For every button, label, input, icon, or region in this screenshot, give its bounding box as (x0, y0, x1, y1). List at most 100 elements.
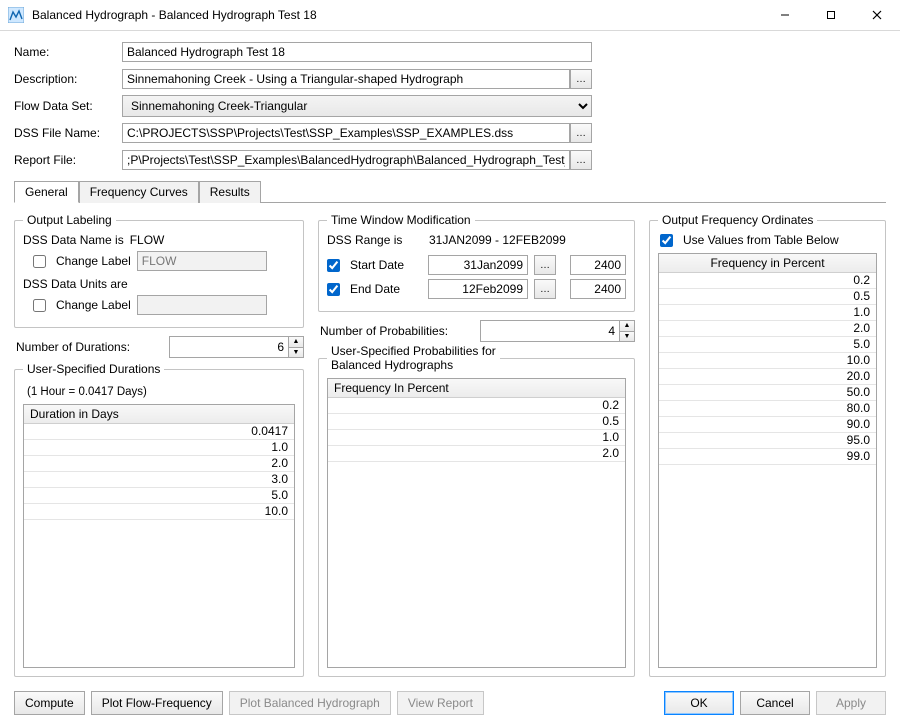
use-table-label: Use Values from Table Below (683, 233, 839, 247)
view-report-button[interactable]: View Report (397, 691, 484, 715)
report-file-label: Report File: (14, 153, 122, 167)
dss-file-label: DSS File Name: (14, 126, 122, 140)
window-title: Balanced Hydrograph - Balanced Hydrograp… (32, 8, 762, 22)
start-date-picker-button[interactable]: … (534, 255, 556, 275)
dss-range-label: DSS Range is (327, 233, 423, 247)
time-window-panel: Time Window Modification DSS Range is 31… (318, 213, 635, 312)
chevron-down-icon[interactable]: ▼ (620, 331, 634, 342)
table-row[interactable]: 2.0 (328, 446, 625, 462)
num-durations-spinner[interactable]: ▲ ▼ (169, 336, 304, 358)
report-file-browse-button[interactable]: … (570, 150, 592, 170)
description-label: Description: (14, 72, 122, 86)
start-date-label: Start Date (350, 258, 422, 272)
num-probabilities-input[interactable] (481, 321, 619, 341)
durations-grid[interactable]: Duration in Days 0.04171.02.03.05.010.0 (23, 404, 295, 668)
table-row[interactable]: 95.0 (659, 433, 876, 449)
table-row[interactable]: 50.0 (659, 385, 876, 401)
table-row[interactable]: 3.0 (24, 472, 294, 488)
dss-data-units-label: DSS Data Units are (23, 277, 128, 291)
table-row[interactable]: 5.0 (24, 488, 294, 504)
apply-button[interactable]: Apply (816, 691, 886, 715)
table-row[interactable]: 2.0 (24, 456, 294, 472)
start-time-input[interactable] (570, 255, 626, 275)
plot-balanced-hydrograph-button[interactable]: Plot Balanced Hydrograph (229, 691, 391, 715)
durations-header: Duration in Days (24, 405, 294, 424)
ok-button[interactable]: OK (664, 691, 734, 715)
num-probabilities-label: Number of Probabilities: (320, 324, 474, 338)
num-durations-input[interactable] (170, 337, 288, 357)
end-date-picker-button[interactable]: … (534, 279, 556, 299)
ellipsis-icon: … (540, 284, 550, 295)
plot-flow-frequency-button[interactable]: Plot Flow-Frequency (91, 691, 223, 715)
ordinates-grid[interactable]: Frequency in Percent 0.20.51.02.05.010.0… (658, 253, 877, 668)
chevron-up-icon[interactable]: ▲ (620, 321, 634, 331)
ellipsis-icon: … (576, 74, 586, 85)
table-row[interactable]: 99.0 (659, 449, 876, 465)
time-window-legend: Time Window Modification (327, 213, 475, 227)
table-row[interactable]: 80.0 (659, 401, 876, 417)
table-row[interactable]: 10.0 (659, 353, 876, 369)
num-probabilities-spinner[interactable]: ▲ ▼ (480, 320, 635, 342)
table-row[interactable]: 20.0 (659, 369, 876, 385)
table-row[interactable]: 1.0 (659, 305, 876, 321)
table-row[interactable]: 0.0417 (24, 424, 294, 440)
flow-data-set-select[interactable]: Sinnemahoning Creek-Triangular (122, 95, 592, 117)
flow-data-set-label: Flow Data Set: (14, 99, 122, 113)
change-name-input[interactable] (137, 251, 267, 271)
table-row[interactable]: 0.2 (328, 398, 625, 414)
num-durations-label: Number of Durations: (16, 340, 163, 354)
output-labeling-panel: Output Labeling DSS Data Name is FLOW Ch… (14, 213, 304, 328)
probabilities-header: Frequency In Percent (328, 379, 625, 398)
user-probabilities-legend: User-Specified Probabilities for Balance… (327, 344, 500, 372)
probabilities-grid[interactable]: Frequency In Percent 0.20.51.02.0 (327, 378, 626, 668)
table-row[interactable]: 10.0 (24, 504, 294, 520)
change-name-checkbox[interactable] (33, 255, 46, 268)
minimize-button[interactable] (762, 0, 808, 30)
table-row[interactable]: 5.0 (659, 337, 876, 353)
tab-general[interactable]: General (14, 181, 79, 203)
use-table-checkbox[interactable] (660, 234, 673, 247)
table-row[interactable]: 0.2 (659, 273, 876, 289)
dss-data-name-label: DSS Data Name is (23, 233, 124, 247)
cancel-button[interactable]: Cancel (740, 691, 810, 715)
app-icon (8, 7, 24, 23)
ellipsis-icon: … (576, 155, 586, 166)
chevron-down-icon[interactable]: ▼ (289, 347, 303, 358)
tab-frequency-curves[interactable]: Frequency Curves (79, 181, 199, 203)
change-name-label: Change Label (56, 254, 131, 268)
compute-button[interactable]: Compute (14, 691, 85, 715)
dss-range-value: 31JAN2099 - 12FEB2099 (429, 233, 566, 247)
chevron-up-icon[interactable]: ▲ (289, 337, 303, 347)
ellipsis-icon: … (540, 260, 550, 271)
table-row[interactable]: 1.0 (24, 440, 294, 456)
end-date-checkbox[interactable] (327, 283, 340, 296)
end-date-input[interactable] (428, 279, 528, 299)
tab-results[interactable]: Results (199, 181, 261, 203)
button-bar: Compute Plot Flow-Frequency Plot Balance… (14, 683, 886, 725)
table-row[interactable]: 0.5 (328, 414, 625, 430)
description-input[interactable] (122, 69, 570, 89)
output-ordinates-panel: Output Frequency Ordinates Use Values fr… (649, 213, 886, 677)
close-button[interactable] (854, 0, 900, 30)
table-row[interactable]: 0.5 (659, 289, 876, 305)
maximize-button[interactable] (808, 0, 854, 30)
change-units-checkbox[interactable] (33, 299, 46, 312)
change-units-input[interactable] (137, 295, 267, 315)
table-row[interactable]: 1.0 (328, 430, 625, 446)
output-labeling-legend: Output Labeling (23, 213, 116, 227)
report-file-input[interactable] (122, 150, 570, 170)
dss-data-name-value: FLOW (130, 233, 165, 247)
description-ellipsis-button[interactable]: … (570, 69, 592, 89)
start-date-checkbox[interactable] (327, 259, 340, 272)
start-date-input[interactable] (428, 255, 528, 275)
name-label: Name: (14, 45, 122, 59)
end-time-input[interactable] (570, 279, 626, 299)
name-input[interactable] (122, 42, 592, 62)
table-row[interactable]: 90.0 (659, 417, 876, 433)
table-row[interactable]: 2.0 (659, 321, 876, 337)
user-durations-panel: User-Specified Durations (1 Hour = 0.041… (14, 362, 304, 677)
dss-file-browse-button[interactable]: … (570, 123, 592, 143)
dss-file-input[interactable] (122, 123, 570, 143)
title-bar: Balanced Hydrograph - Balanced Hydrograp… (0, 0, 900, 31)
user-probabilities-panel: User-Specified Probabilities for Balance… (318, 344, 635, 677)
